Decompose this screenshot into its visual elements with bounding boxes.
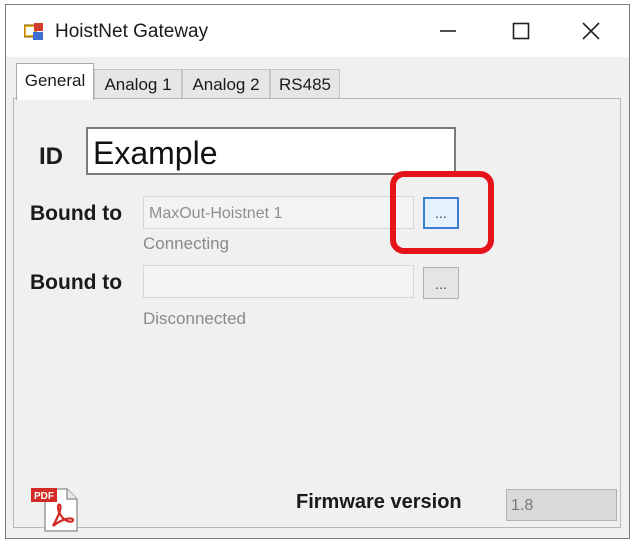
maximize-icon xyxy=(512,22,530,40)
pdf-icon[interactable]: PDF xyxy=(29,485,85,533)
minimize-button[interactable] xyxy=(418,13,478,49)
hoistnet-app-icon xyxy=(24,23,43,40)
binding-status-2: Disconnected xyxy=(143,309,247,328)
minimize-icon xyxy=(440,30,456,32)
tab-analog-1[interactable]: Analog 1 xyxy=(94,69,182,99)
bound-to-label-1: Bound to xyxy=(30,202,123,225)
bound-to-field-2 xyxy=(143,265,414,298)
binding-status-1: Connecting xyxy=(143,234,230,253)
close-button[interactable] xyxy=(561,13,621,49)
firmware-version-field: 1.8 xyxy=(506,489,617,521)
tab-general[interactable]: General xyxy=(16,63,94,100)
bound-to-label-2: Bound to xyxy=(30,271,123,294)
firmware-version-label: Firmware version xyxy=(296,491,462,513)
svg-text:PDF: PDF xyxy=(34,491,54,502)
id-input[interactable] xyxy=(86,127,456,175)
window-title: HoistNet Gateway xyxy=(55,21,209,42)
close-icon xyxy=(582,22,600,40)
id-label: ID xyxy=(39,143,63,170)
maximize-button[interactable] xyxy=(491,13,551,49)
browse-button-2[interactable]: ... xyxy=(423,267,459,299)
bound-to-field-1: MaxOut-Hoistnet 1 xyxy=(143,196,414,229)
tab-strip: General Analog 1 Analog 2 RS485 xyxy=(6,57,629,100)
tab-analog-2[interactable]: Analog 2 xyxy=(182,69,270,99)
tab-rs485[interactable]: RS485 xyxy=(270,69,340,99)
title-bar: HoistNet Gateway xyxy=(6,5,629,57)
hoistnet-gateway-window: HoistNet Gateway General Analog 1 Analog… xyxy=(5,4,630,539)
highlight-annotation xyxy=(390,171,494,254)
